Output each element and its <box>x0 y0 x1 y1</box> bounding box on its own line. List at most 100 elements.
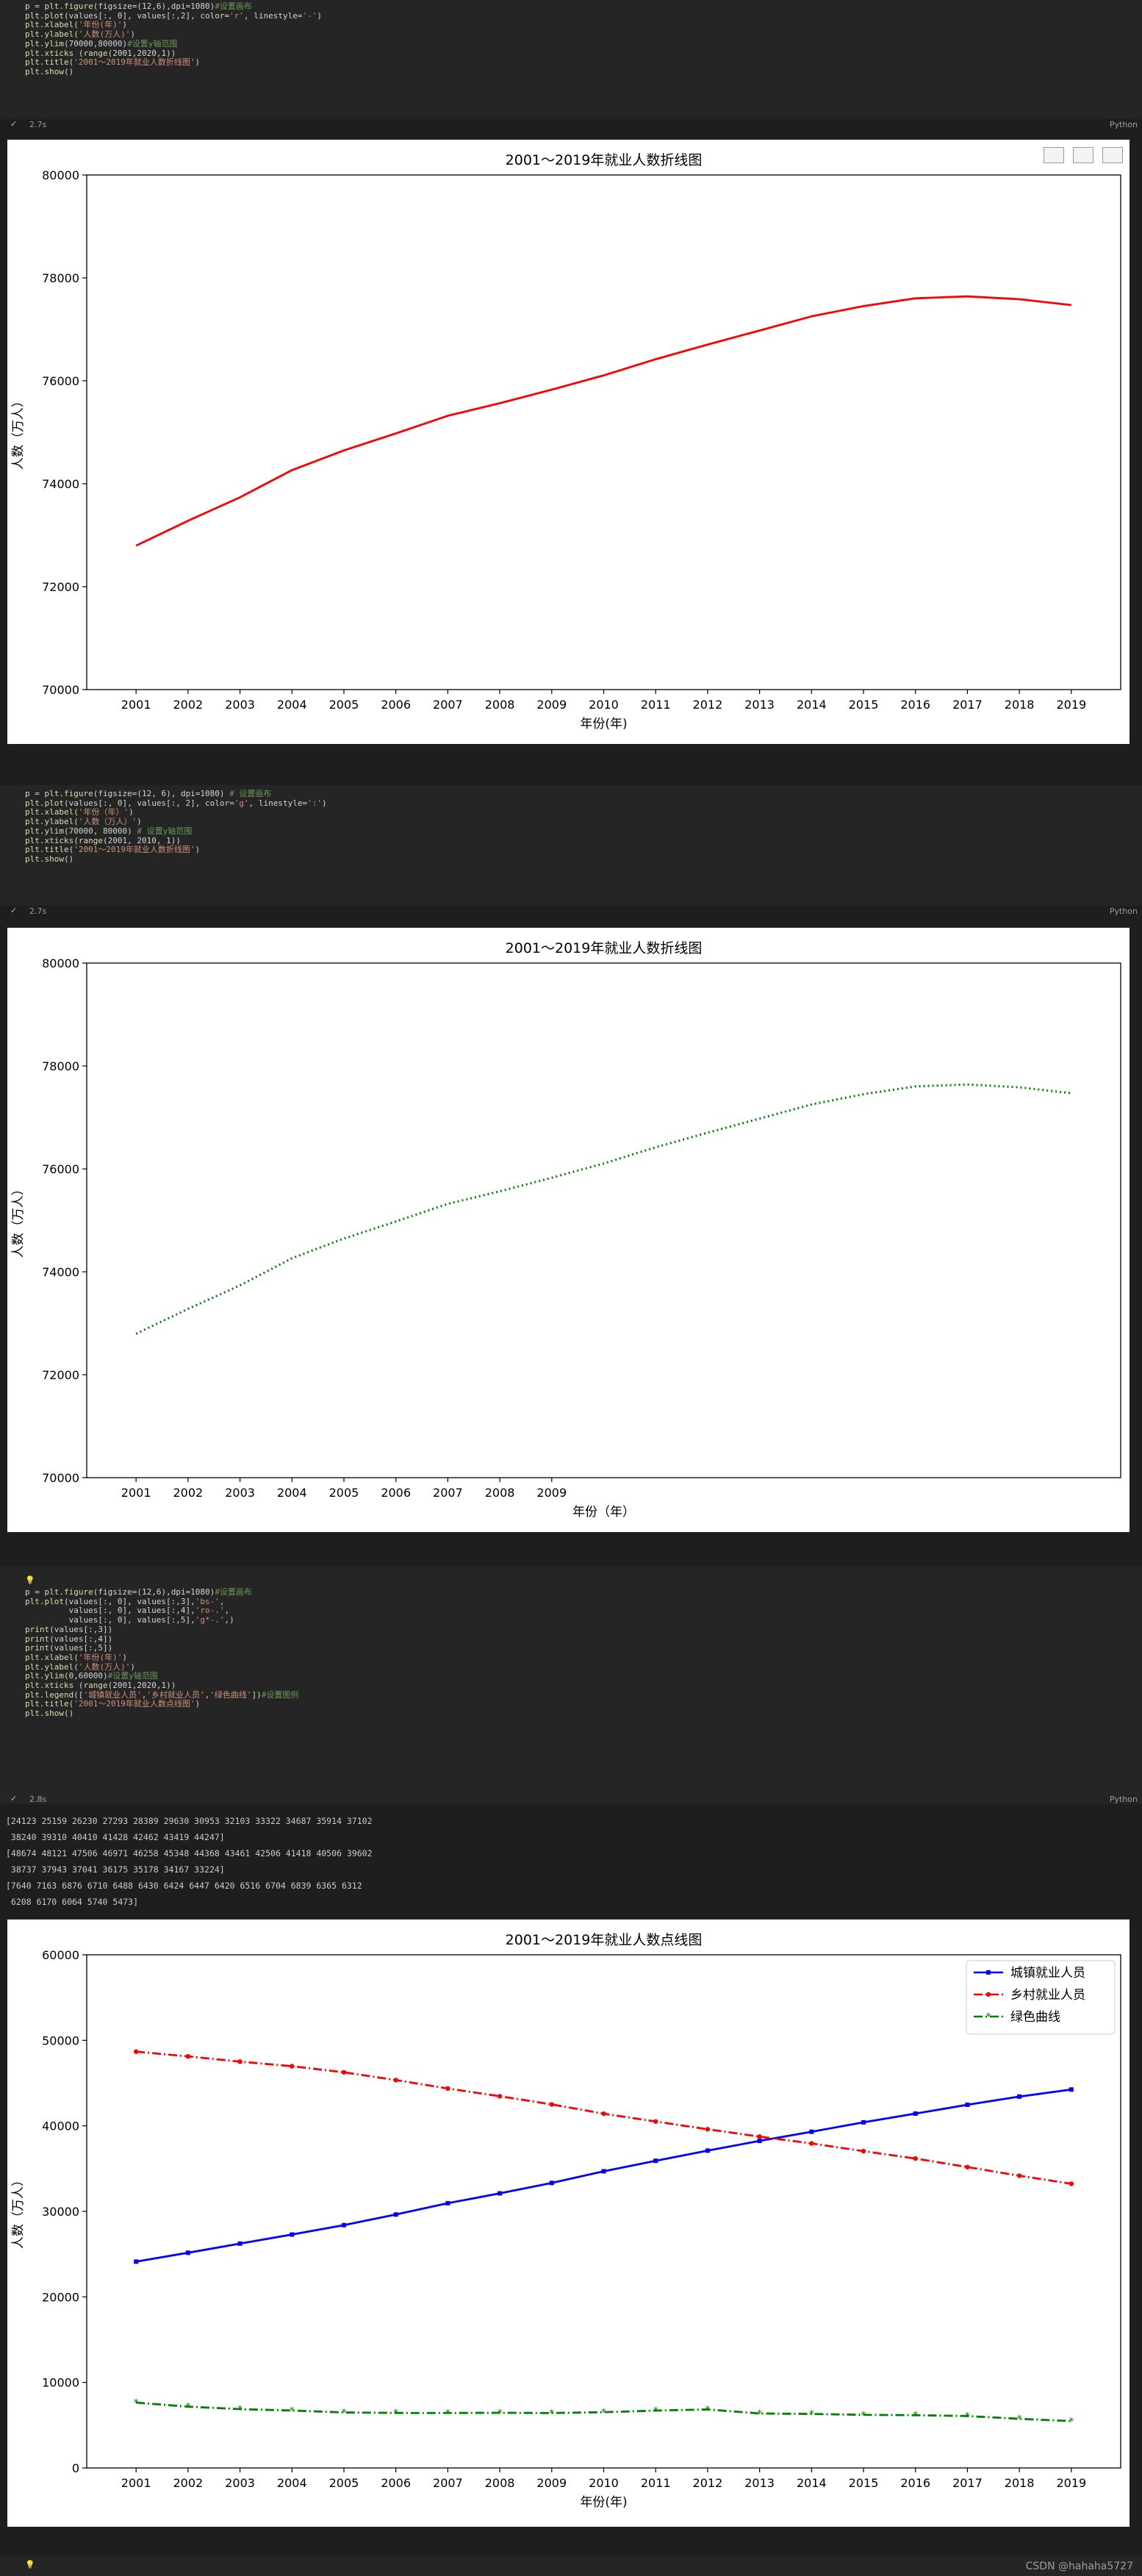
data-point <box>445 2200 450 2205</box>
plot-frame <box>86 174 1121 690</box>
data-point <box>705 2127 711 2132</box>
x-tick-label: 2004 <box>277 698 307 712</box>
x-tick-label: 2002 <box>173 698 204 712</box>
series-line-1 <box>136 2050 1072 2185</box>
chart-2-svg: 2001～2019年就业人数折线图年份（年） 人数（万人） 70000 72000 74… <box>11 940 1121 1520</box>
x-tick-label: 2001 <box>121 698 151 712</box>
data-point <box>134 2259 139 2264</box>
data-point <box>393 2078 398 2083</box>
data-point <box>185 2053 191 2059</box>
x-tick-label: 2001 <box>121 2476 151 2490</box>
x-tick-label: 2010 <box>589 2476 619 2490</box>
stdout-text: [24123 25159 26230 27293 28389 29630 309… <box>6 1813 373 1910</box>
series-line-0 <box>135 1083 1072 1335</box>
copy-image-button[interactable] <box>1044 147 1064 163</box>
lightbulb-icon[interactable]: 💡 <box>25 1575 35 1585</box>
chart-3-svg: 2001～2019年就业人数点线图年份(年) 人数（万人） 0 10000 20000 3… <box>11 1932 1121 2510</box>
data-point <box>861 2119 866 2125</box>
code-cell-1[interactable]: p = plt.figure(figsize=(12,6),dpi=1080)#… <box>0 0 1142 129</box>
data-point <box>445 2086 450 2092</box>
data-point <box>133 2049 139 2054</box>
y-tick-label: 72000 <box>42 580 79 594</box>
chart-title: 2001～2019年就业人数折线图 <box>506 152 703 168</box>
data-point: * <box>757 2408 762 2420</box>
output-area-3: [24123 25159 26230 27293 28389 29630 309… <box>0 1804 1142 2554</box>
code-line[interactable]: p = plt.figure(figsize=(12,6),dpi=1080)#… <box>25 1587 298 1598</box>
chart-title: 2001～2019年就业人数点线图 <box>506 1932 703 1948</box>
code-line[interactable]: values[:, 0], values[:,5],'g*-.',) <box>25 1615 298 1625</box>
x-tick-label: 2008 <box>485 698 515 712</box>
watermark: CSDN @hahaha5727 <box>1025 2561 1133 2572</box>
x-tick-label: 2008 <box>485 2476 515 2490</box>
x-tick-label: 2002 <box>173 1486 204 1500</box>
chart-3: 2001～2019年就业人数点线图 年份(年) 人数（万人） 0 10000 20000 3… <box>7 1920 1130 2527</box>
legend-marker: * <box>986 2011 991 2023</box>
data-point: * <box>498 2408 503 2419</box>
stdout-line: [48674 48121 47506 46971 46258 45348 443… <box>6 1848 373 1858</box>
data-point: * <box>965 2411 970 2422</box>
data-point: * <box>393 2408 398 2419</box>
data-point <box>601 2169 606 2174</box>
x-tick-label: 2015 <box>849 698 879 712</box>
stdout-line: 38737 37943 37041 36175 35178 34167 3322… <box>6 1864 225 1875</box>
x-tick-label: 2019 <box>1056 698 1086 712</box>
markdown-button[interactable] <box>1073 147 1093 163</box>
data-point <box>341 2069 347 2075</box>
x-tick-label: 2007 <box>433 698 463 712</box>
code-line[interactable]: print(values[:,3]) <box>25 1625 298 1635</box>
x-tick-label: 2019 <box>1056 2476 1086 2490</box>
cell-status-bar: ✓ 2.7s Python <box>0 118 1142 131</box>
y-tick-label: 70000 <box>42 1471 79 1485</box>
x-tick-label: 2003 <box>225 2476 255 2490</box>
chart-2: 2001～2019年就业人数折线图 年份（年） 人数（万人） 70000 72000 74… <box>7 928 1130 1532</box>
page-footer: 💡 CSDN @hahaha5727 <box>0 2555 1142 2576</box>
exec-time: 2.8s <box>29 1795 47 1804</box>
data-point <box>185 2250 190 2255</box>
code-line[interactable]: p = plt.figure(figsize=(12, 6), dpi=1080… <box>25 789 327 799</box>
series-line-0 <box>135 295 1071 547</box>
legend-label: 城镇就业人员 <box>1010 1966 1085 1981</box>
x-tick-label: 2009 <box>536 2476 567 2490</box>
x-tick-label: 2018 <box>1005 698 1035 712</box>
y-tick-label: 80000 <box>42 956 79 970</box>
data-point <box>653 2119 658 2124</box>
y-tick-label: 80000 <box>42 168 79 182</box>
x-tick-label: 2006 <box>381 1486 411 1500</box>
cell-status-bar: ✓ 2.7s Python <box>0 904 1142 917</box>
code-line[interactable]: plt.show() <box>25 854 327 865</box>
data-point <box>1016 2173 1022 2178</box>
language-label[interactable]: Python <box>1110 1795 1138 1804</box>
code-line[interactable]: plt.show() <box>25 1709 298 1719</box>
x-tick-label: 2014 <box>797 2476 827 2490</box>
x-tick-label: 2011 <box>641 698 671 712</box>
data-point: * <box>653 2405 658 2417</box>
lightbulb-icon: 💡 <box>25 2560 35 2569</box>
save-image-button[interactable] <box>1102 147 1123 163</box>
data-point <box>237 2059 243 2064</box>
x-tick-label: 2004 <box>277 1486 307 1500</box>
code-editor[interactable]: p = plt.figure(figsize=(12, 6), dpi=1080… <box>25 789 327 865</box>
code-editor[interactable]: p = plt.figure(figsize=(12,6),dpi=1080)#… <box>25 1 322 77</box>
code-cell-3[interactable]: 💡 p = plt.figure(figsize=(12,6),dpi=1080… <box>0 1566 1142 1804</box>
code-line[interactable]: p = plt.figure(figsize=(12,6),dpi=1080)#… <box>25 1 322 12</box>
check-icon: ✓ <box>10 906 18 915</box>
code-cell-2[interactable]: p = plt.figure(figsize=(12, 6), dpi=1080… <box>0 785 1142 916</box>
code-line[interactable]: plt.show() <box>25 67 322 77</box>
code-editor[interactable]: p = plt.figure(figsize=(12,6),dpi=1080)#… <box>25 1587 298 1719</box>
legend-label: 绿色曲线 <box>1010 2010 1060 2025</box>
y-tick-label: 76000 <box>42 374 79 388</box>
x-tick-label: 2006 <box>381 2476 411 2490</box>
language-label[interactable]: Python <box>1110 120 1138 129</box>
data-point: * <box>705 2404 710 2416</box>
data-point: * <box>913 2410 918 2422</box>
x-tick-label: 2009 <box>536 1486 567 1500</box>
data-point <box>549 2102 554 2107</box>
x-tick-label: 2005 <box>329 2476 359 2490</box>
data-point <box>1069 2087 1074 2092</box>
y-tick-label: 76000 <box>42 1162 79 1176</box>
x-tick-label: 2012 <box>693 698 723 712</box>
y-axis-label: 人数（万人） <box>11 1183 26 1258</box>
data-point: * <box>1069 2416 1074 2427</box>
data-point: * <box>861 2410 866 2422</box>
language-label[interactable]: Python <box>1110 906 1138 916</box>
